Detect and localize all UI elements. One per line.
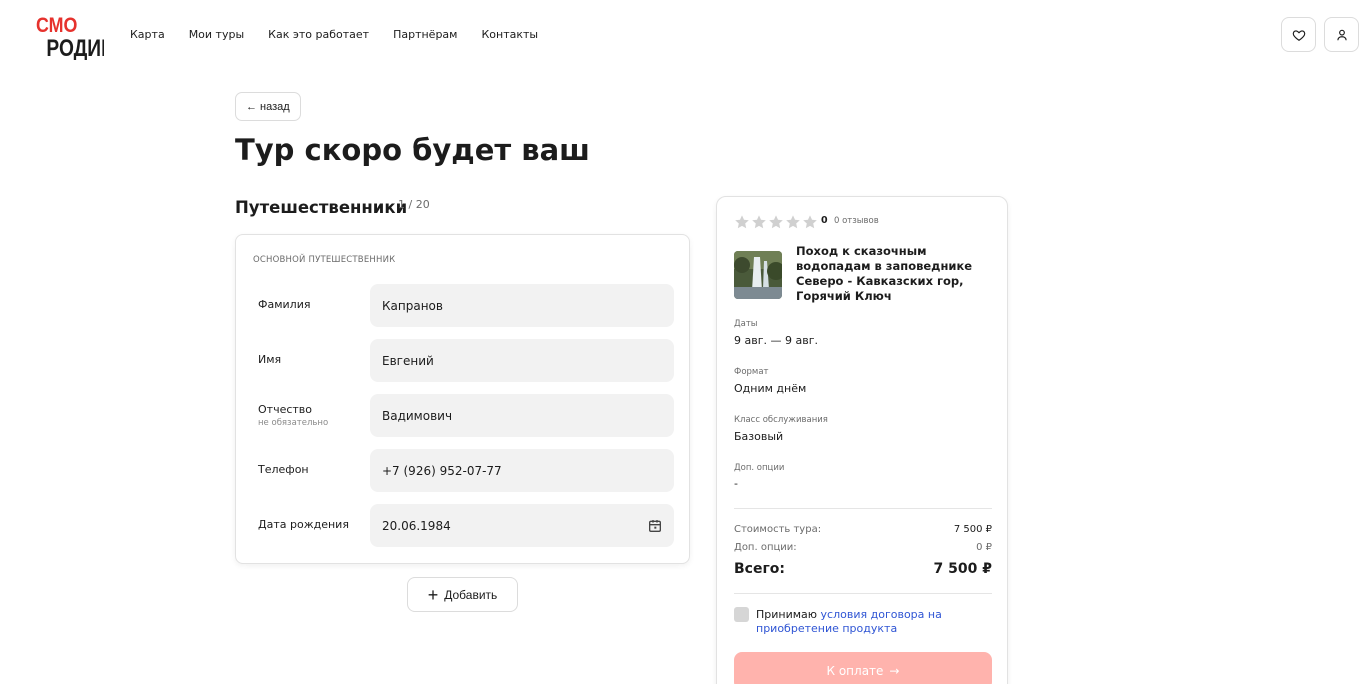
agree-prefix: Принимаю — [756, 608, 818, 621]
pay-button[interactable]: К оплате → — [734, 652, 992, 684]
page-title: Тур скоро будет ваш — [235, 133, 590, 167]
logo[interactable]: СМО РОДИНА — [36, 12, 104, 60]
favorites-button[interactable] — [1281, 17, 1316, 52]
back-button[interactable]: ← назад — [235, 92, 301, 121]
calendar-icon[interactable] — [647, 518, 663, 534]
options-cost-row: Доп. опции: 0 ₽ — [734, 542, 992, 553]
field-label: Отчество — [258, 403, 313, 416]
traveler-caption: Основной путешественник — [253, 255, 396, 265]
format-value: Одним днём — [734, 382, 807, 395]
user-icon — [1336, 29, 1347, 40]
field-row-patronymic: Отчество не обязательно — [236, 394, 691, 437]
profile-button[interactable] — [1324, 17, 1359, 52]
add-traveler-button[interactable]: + Добавить — [407, 577, 518, 612]
tour-cost-value: 7 500 ₽ — [953, 524, 992, 535]
field-label: Телефон — [258, 463, 309, 476]
traveler-card: Основной путешественник Фамилия Имя Отче… — [235, 234, 690, 564]
total-row: Всего: 7 500 ₽ — [734, 561, 992, 577]
field-row-birthdate: Дата рождения — [236, 504, 691, 547]
service-class-value: Базовый — [734, 430, 784, 443]
plus-icon: + — [427, 584, 439, 605]
divider — [734, 508, 992, 509]
nav-item-map[interactable]: Карта — [130, 28, 165, 41]
heart-icon — [1292, 29, 1305, 41]
arrow-right-icon: → — [889, 664, 900, 678]
agree-text: Принимаю условия договора на приобретени… — [756, 608, 976, 636]
phone-field[interactable] — [370, 449, 674, 492]
field-label: Имя — [258, 353, 282, 366]
pay-label: К оплате — [826, 664, 884, 678]
nav-item-how-it-works[interactable]: Как это работает — [268, 28, 369, 41]
header: СМО РОДИНА Карта Мои туры Как это работа… — [0, 0, 1365, 70]
total-value: 7 500 ₽ — [933, 561, 992, 577]
rating-value: 0 — [821, 215, 828, 226]
total-label: Всего: — [734, 561, 785, 577]
divider — [734, 593, 992, 594]
dates-label: Даты — [734, 319, 758, 329]
field-label: Фамилия — [258, 298, 311, 311]
tour-name[interactable]: Поход к сказочным водопадам в заповедник… — [796, 244, 996, 304]
travelers-count: 1 / 20 — [398, 198, 430, 211]
format-label: Формат — [734, 367, 769, 377]
star-icon — [752, 215, 766, 229]
star-icon — [786, 215, 800, 229]
options-label: Доп. опции — [734, 463, 785, 473]
tour-cost-label: Стоимость тура: — [734, 524, 822, 535]
order-summary-card: 0 0 отзывов Поход к сказочным водопадам … — [716, 196, 1008, 684]
options-value: - — [734, 477, 738, 490]
svg-text:РОДИНА: РОДИНА — [46, 34, 104, 60]
nav-item-my-tours[interactable]: Мои туры — [189, 28, 244, 41]
dates-value: 9 авг. — 9 авг. — [734, 334, 818, 347]
nav-item-partners[interactable]: Партнёрам — [393, 28, 457, 41]
service-class-label: Класс обслуживания — [734, 415, 828, 425]
birthdate-field[interactable] — [370, 504, 674, 547]
field-label: Дата рождения — [258, 518, 349, 531]
star-icon — [803, 215, 817, 229]
agree-checkbox[interactable] — [734, 607, 749, 622]
lastname-field[interactable] — [370, 284, 674, 327]
main-nav: Карта Мои туры Как это работает Партнёра… — [130, 28, 562, 41]
field-row-firstname: Имя — [236, 339, 691, 382]
field-optional-note: не обязательно — [258, 418, 329, 428]
add-traveler-label: Добавить — [444, 587, 498, 602]
options-cost-value: 0 ₽ — [976, 542, 992, 553]
rating-stars — [734, 214, 818, 230]
travelers-title: Путешественники — [235, 198, 408, 217]
options-cost-label: Доп. опции: — [734, 542, 797, 553]
star-icon — [769, 215, 783, 229]
firstname-field[interactable] — [370, 339, 674, 382]
tour-cost-row: Стоимость тура: 7 500 ₽ — [734, 524, 992, 535]
field-row-phone: Телефон — [236, 449, 691, 492]
field-row-lastname: Фамилия — [236, 284, 691, 327]
patronymic-field[interactable] — [370, 394, 674, 437]
reviews-count: 0 отзывов — [834, 216, 879, 226]
nav-item-contacts[interactable]: Контакты — [481, 28, 538, 41]
star-icon — [735, 215, 749, 229]
tour-thumbnail[interactable] — [734, 251, 782, 299]
